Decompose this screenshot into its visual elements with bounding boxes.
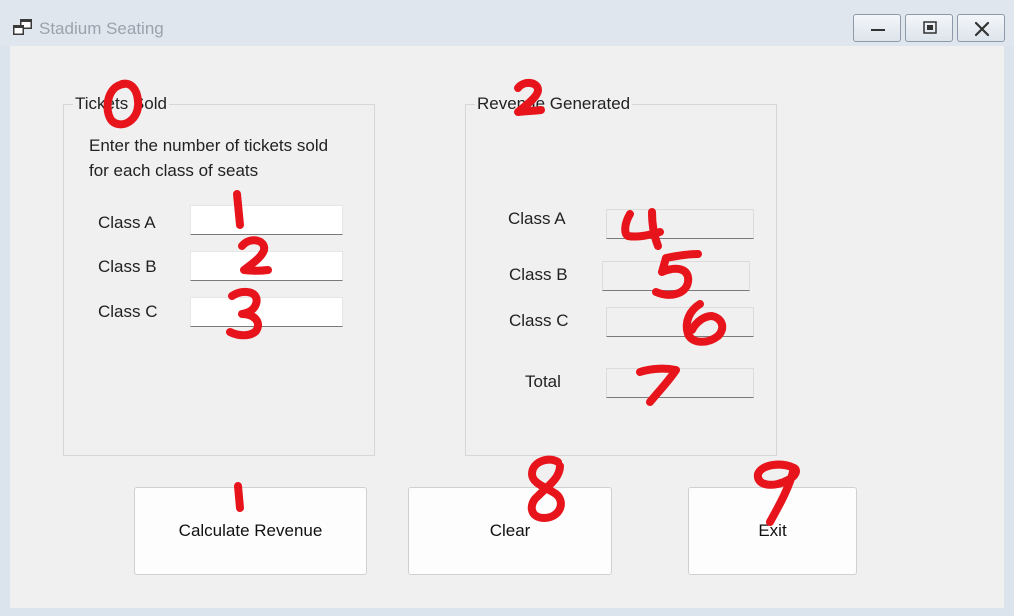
class-b-revenue-output (602, 261, 750, 291)
tickets-sold-groupbox: Tickets Sold Enter the number of tickets… (63, 94, 375, 456)
class-c-revenue-label: Class C (509, 311, 569, 330)
class-c-revenue-output (606, 307, 754, 337)
class-b-revenue-label: Class B (509, 265, 568, 284)
minimize-button[interactable] (853, 14, 901, 42)
instruction-line-1: Enter the number of tickets sold (89, 136, 329, 155)
clear-button[interactable]: Clear (408, 487, 612, 575)
class-b-label: Class B (98, 257, 157, 276)
class-a-revenue-label: Class A (508, 209, 566, 228)
class-a-revenue-output (606, 209, 754, 239)
calculate-revenue-button[interactable]: Calculate Revenue (134, 487, 367, 575)
window-title: Stadium Seating (39, 19, 164, 38)
instruction-line-2: for each class of seats (89, 161, 259, 180)
minimize-icon (871, 29, 885, 31)
class-a-label: Class A (98, 213, 156, 232)
app-window-icon (13, 19, 32, 35)
revenue-generated-groupbox: Revenue Generated Class A Class B Class … (465, 94, 777, 456)
restore-button[interactable] (905, 14, 953, 42)
app-window: Stadium Seating Tickets Sold Enter the n… (0, 0, 1014, 616)
close-icon (974, 21, 990, 37)
restore-icon (923, 21, 937, 34)
revenue-generated-label: Revenue Generated (475, 94, 633, 114)
instruction-text: Enter the number of tickets sold for eac… (89, 133, 328, 183)
class-a-tickets-input[interactable] (190, 205, 343, 235)
class-c-label: Class C (98, 302, 158, 321)
title-bar[interactable]: Stadium Seating (0, 0, 1014, 46)
tickets-sold-label: Tickets Sold (73, 94, 169, 114)
exit-button[interactable]: Exit (688, 487, 857, 575)
close-button[interactable] (957, 14, 1005, 42)
class-b-tickets-input[interactable] (190, 251, 343, 281)
form-client-area: Tickets Sold Enter the number of tickets… (10, 46, 1004, 608)
class-c-tickets-input[interactable] (190, 297, 343, 327)
total-revenue-label: Total (525, 372, 561, 391)
total-revenue-output (606, 368, 754, 398)
